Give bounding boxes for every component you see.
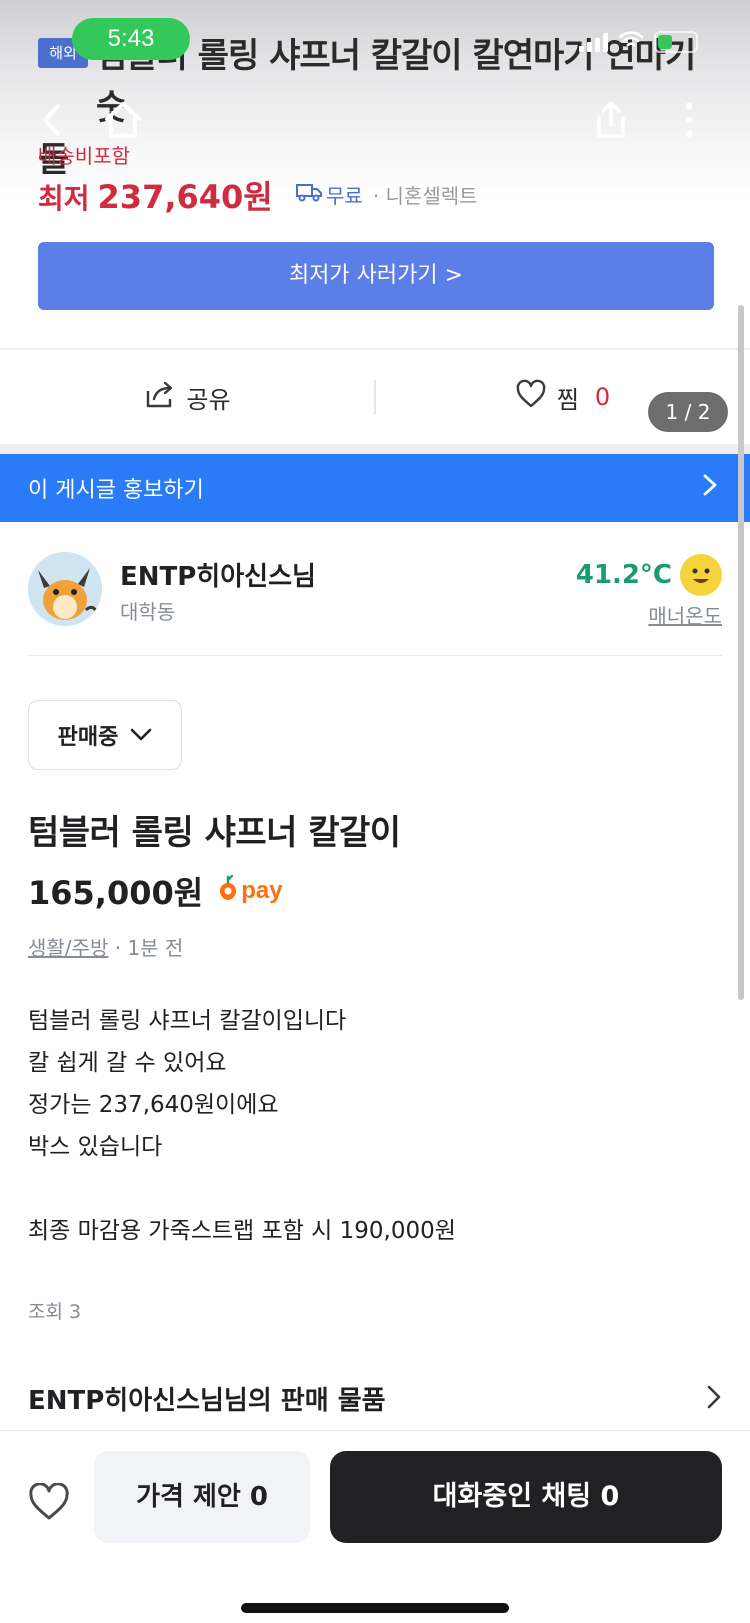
description-line: 박스 있습니다 bbox=[28, 1134, 163, 1160]
seller-items-link[interactable]: ENTP히아신스님님의 판매 물품 bbox=[28, 1380, 722, 1417]
promote-post-banner[interactable]: 이 게시글 홍보하기 bbox=[0, 454, 750, 522]
posted-time: · 1분 전 bbox=[114, 936, 184, 960]
like-count: 0 bbox=[594, 383, 611, 411]
price-offer-button[interactable]: 가격 제안 0 bbox=[94, 1451, 310, 1543]
home-icon bbox=[105, 102, 141, 138]
avatar[interactable] bbox=[28, 552, 102, 626]
listing-meta: 생활/주방 · 1분 전 bbox=[28, 932, 183, 961]
description-line bbox=[28, 1168, 456, 1210]
sale-status-dropdown[interactable]: 판매중 bbox=[28, 700, 182, 770]
description-line: 텀블러 롤링 샤프너 칼갈이입니다 bbox=[28, 1008, 347, 1034]
upload-share-icon bbox=[597, 101, 625, 138]
listing-description: 텀블러 롤링 샤프너 칼갈이입니다 칼 쉽게 갈 수 있어요 정가는 237,6… bbox=[28, 1000, 456, 1252]
lowest-price: 최저 237,640원 bbox=[38, 172, 273, 218]
listing-title: 텀블러 롤링 샤프너 칼갈이 bbox=[28, 813, 401, 853]
bottom-action-bar: 가격 제안 0 대화중인 채팅 0 bbox=[0, 1430, 750, 1623]
chevron-down-icon bbox=[130, 723, 152, 748]
description-line: 칼 쉽게 갈 수 있어요 bbox=[28, 1050, 227, 1076]
chevron-right-icon bbox=[702, 473, 718, 503]
category-link[interactable]: 생활/주방 bbox=[28, 936, 108, 960]
divider bbox=[28, 655, 722, 656]
scrollbar[interactable] bbox=[738, 305, 744, 1000]
description-line: 정가는 237,640원이에요 bbox=[28, 1092, 279, 1118]
battery-icon bbox=[654, 31, 698, 53]
status-icons bbox=[579, 30, 698, 54]
promote-post-label: 이 게시글 홍보하기 bbox=[28, 478, 204, 503]
smiley-face-icon bbox=[680, 554, 722, 596]
sale-status-label: 판매중 bbox=[57, 725, 119, 750]
seller-profile[interactable]: ENTP히아신스님 대학동 41.2°C 매너온도 bbox=[28, 550, 722, 630]
action-divider bbox=[374, 380, 376, 414]
chevron-right-icon bbox=[706, 1384, 722, 1414]
wifi-icon bbox=[618, 30, 644, 54]
heart-outline-icon bbox=[515, 379, 547, 415]
status-time: 5:43 bbox=[72, 18, 190, 60]
free-shipping-label: 무료 bbox=[326, 184, 363, 208]
carrot-icon bbox=[219, 874, 237, 908]
like-label: 찜 bbox=[556, 385, 579, 414]
more-options-button[interactable] bbox=[664, 95, 714, 145]
share-top-button[interactable] bbox=[586, 95, 636, 145]
heart-icon bbox=[29, 1483, 69, 1520]
pay-label: pay bbox=[241, 877, 283, 904]
free-shipping: 무료 · 니혼셀렉트 bbox=[296, 180, 478, 209]
back-arrow-icon bbox=[43, 104, 60, 136]
share-icon bbox=[144, 379, 176, 415]
lowest-price-buy-button: 최저가 사러가기 > bbox=[38, 242, 714, 310]
listing-price: 165,000원 bbox=[28, 874, 204, 912]
share-label: 공유 bbox=[186, 385, 231, 414]
view-count: 조회 3 bbox=[28, 1301, 82, 1323]
home-button[interactable] bbox=[98, 95, 148, 145]
manner-temperature-link[interactable]: 매너온도 bbox=[648, 600, 722, 629]
share-button[interactable]: 공유 bbox=[0, 349, 375, 445]
image-pager: 1 / 2 bbox=[648, 392, 728, 432]
lowest-label: 최저 bbox=[38, 182, 90, 215]
more-vertical-icon bbox=[685, 102, 693, 138]
active-chats-button[interactable]: 대화중인 채팅 0 bbox=[330, 1451, 722, 1543]
manner-temperature: 41.2°C bbox=[575, 560, 672, 590]
lowest-price-value: 237,640원 bbox=[97, 178, 273, 216]
seller-location: 대학동 bbox=[120, 600, 176, 624]
price-row: 165,000원 pay bbox=[28, 868, 283, 914]
favorite-button[interactable] bbox=[26, 1479, 72, 1525]
seller-name: ENTP히아신스님 bbox=[120, 562, 316, 592]
truck-icon bbox=[296, 182, 322, 207]
share-like-row: 공유 찜 0 bbox=[0, 348, 750, 444]
image-seller-name: · 니혼셀렉트 bbox=[372, 184, 478, 208]
seller-items-title: ENTP히아신스님님의 판매 물품 bbox=[28, 1386, 386, 1416]
section-gap bbox=[0, 444, 750, 454]
back-button[interactable] bbox=[28, 95, 78, 145]
signal-icon bbox=[579, 32, 608, 52]
description-line: 최종 마감용 가죽스트랩 포함 시 190,000원 bbox=[28, 1218, 456, 1244]
carrot-pay-badge: pay bbox=[219, 874, 283, 908]
home-indicator bbox=[241, 1603, 509, 1613]
